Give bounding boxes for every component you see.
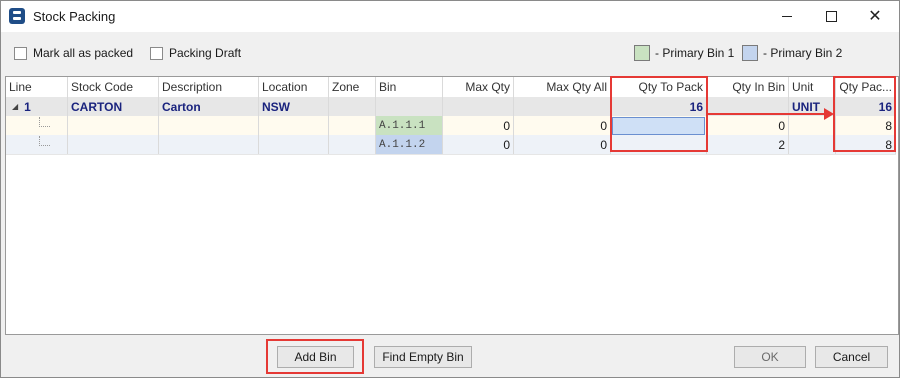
cell-max-qty[interactable]: 0 — [443, 116, 514, 135]
add-bin-button[interactable]: Add Bin — [277, 346, 354, 368]
grid-header: Line Stock Code Description Location Zon… — [6, 77, 896, 98]
minimize-icon — [782, 16, 792, 17]
ok-button[interactable]: OK — [734, 346, 806, 368]
cell-stock-code[interactable]: CARTON — [68, 97, 159, 116]
column-header-description[interactable]: Description — [159, 77, 259, 97]
cell-zone[interactable] — [329, 135, 376, 154]
column-header-max-qty-all[interactable]: Max Qty All — [514, 77, 611, 97]
cell-qty-to-pack[interactable] — [611, 116, 707, 135]
arrow-head-icon — [824, 108, 834, 120]
table-row-child[interactable]: A.1.1.2 0 0 2 8 — [6, 135, 896, 155]
checkbox-box[interactable] — [150, 46, 163, 60]
minimize-button[interactable] — [765, 1, 809, 32]
cell-zone[interactable] — [329, 116, 376, 135]
column-header-line[interactable]: Line — [6, 77, 68, 97]
column-header-qty-to-pack[interactable]: Qty To Pack — [611, 77, 707, 97]
mark-all-packed-checkbox[interactable]: Mark all as packed — [14, 46, 133, 60]
find-empty-bin-button[interactable]: Find Empty Bin — [374, 346, 472, 368]
legend-primary-bin-1: - Primary Bin 1 — [634, 45, 734, 61]
cell-max-qty[interactable] — [443, 97, 514, 116]
column-header-stock-code[interactable]: Stock Code — [68, 77, 159, 97]
qty-to-pack-input[interactable] — [612, 116, 705, 135]
cell-qty-in-bin[interactable]: 2 — [707, 135, 789, 154]
cell-qty-in-bin[interactable]: 0 — [707, 116, 789, 135]
cell-line-value: 1 — [24, 99, 31, 114]
maximize-icon — [825, 11, 837, 22]
close-button[interactable]: ✕ — [853, 1, 897, 32]
tree-connector-icon — [39, 116, 50, 127]
cell-max-qty[interactable]: 0 — [443, 135, 514, 154]
packing-draft-checkbox[interactable]: Packing Draft — [150, 46, 241, 60]
title-bar: Stock Packing ✕ — [1, 1, 899, 32]
column-header-qty-packed[interactable]: Qty Pac... — [836, 77, 896, 97]
cell-max-qty-all[interactable]: 0 — [514, 116, 611, 135]
cell-bin[interactable]: A.1.1.1 — [376, 116, 443, 135]
cell-stock-code[interactable] — [68, 135, 159, 154]
cancel-button[interactable]: Cancel — [815, 346, 888, 368]
app-icon — [9, 8, 25, 24]
tree-collapse-icon[interactable]: ◢ — [12, 102, 18, 111]
column-header-qty-in-bin[interactable]: Qty In Bin — [707, 77, 789, 97]
cell-bin[interactable] — [376, 97, 443, 116]
arrow-right-icon — [707, 113, 827, 115]
legend-label: - Primary Bin 2 — [763, 46, 843, 60]
legend-swatch-blue — [742, 45, 758, 61]
tree-connector-icon — [39, 135, 50, 146]
cell-description[interactable] — [159, 116, 259, 135]
column-header-location[interactable]: Location — [259, 77, 329, 97]
cell-max-qty-all[interactable] — [514, 97, 611, 116]
cell-qty-packed[interactable]: 8 — [836, 116, 896, 135]
cell-zone[interactable] — [329, 97, 376, 116]
cell-description[interactable] — [159, 135, 259, 154]
cell-location[interactable] — [259, 116, 329, 135]
cell-line[interactable]: ◢ 1 — [6, 97, 68, 116]
cell-location[interactable] — [259, 135, 329, 154]
column-header-unit[interactable]: Unit — [789, 77, 836, 97]
cell-max-qty-all[interactable]: 0 — [514, 135, 611, 154]
close-icon: ✕ — [868, 7, 882, 25]
cell-location[interactable]: NSW — [259, 97, 329, 116]
column-header-bin[interactable]: Bin — [376, 77, 443, 97]
cell-line[interactable] — [6, 116, 68, 135]
cell-description[interactable]: Carton — [159, 97, 259, 116]
toolbar: Mark all as packed Packing Draft - Prima… — [1, 32, 899, 76]
window-title: Stock Packing — [33, 9, 116, 24]
cell-qty-to-pack[interactable] — [611, 135, 707, 154]
legend-swatch-green — [634, 45, 650, 61]
cell-stock-code[interactable] — [68, 116, 159, 135]
legend-primary-bin-2: - Primary Bin 2 — [742, 45, 842, 61]
cell-unit[interactable] — [789, 135, 836, 154]
cell-qty-packed[interactable]: 16 — [836, 97, 896, 116]
maximize-button[interactable] — [809, 1, 853, 32]
cell-line[interactable] — [6, 135, 68, 154]
cell-bin[interactable]: A.1.1.2 — [376, 135, 443, 154]
packing-draft-label: Packing Draft — [169, 46, 242, 60]
checkbox-box[interactable] — [14, 46, 27, 60]
cell-qty-to-pack[interactable]: 16 — [611, 97, 707, 116]
cell-qty-packed[interactable]: 8 — [836, 135, 896, 154]
table-row-child[interactable]: A.1.1.1 0 0 0 8 — [6, 116, 896, 136]
column-header-max-qty[interactable]: Max Qty — [443, 77, 514, 97]
column-header-zone[interactable]: Zone — [329, 77, 376, 97]
legend-label: - Primary Bin 1 — [655, 46, 735, 60]
stock-packing-window: Stock Packing ✕ Mark all as packed Packi… — [0, 0, 900, 378]
mark-all-packed-label: Mark all as packed — [33, 46, 134, 60]
